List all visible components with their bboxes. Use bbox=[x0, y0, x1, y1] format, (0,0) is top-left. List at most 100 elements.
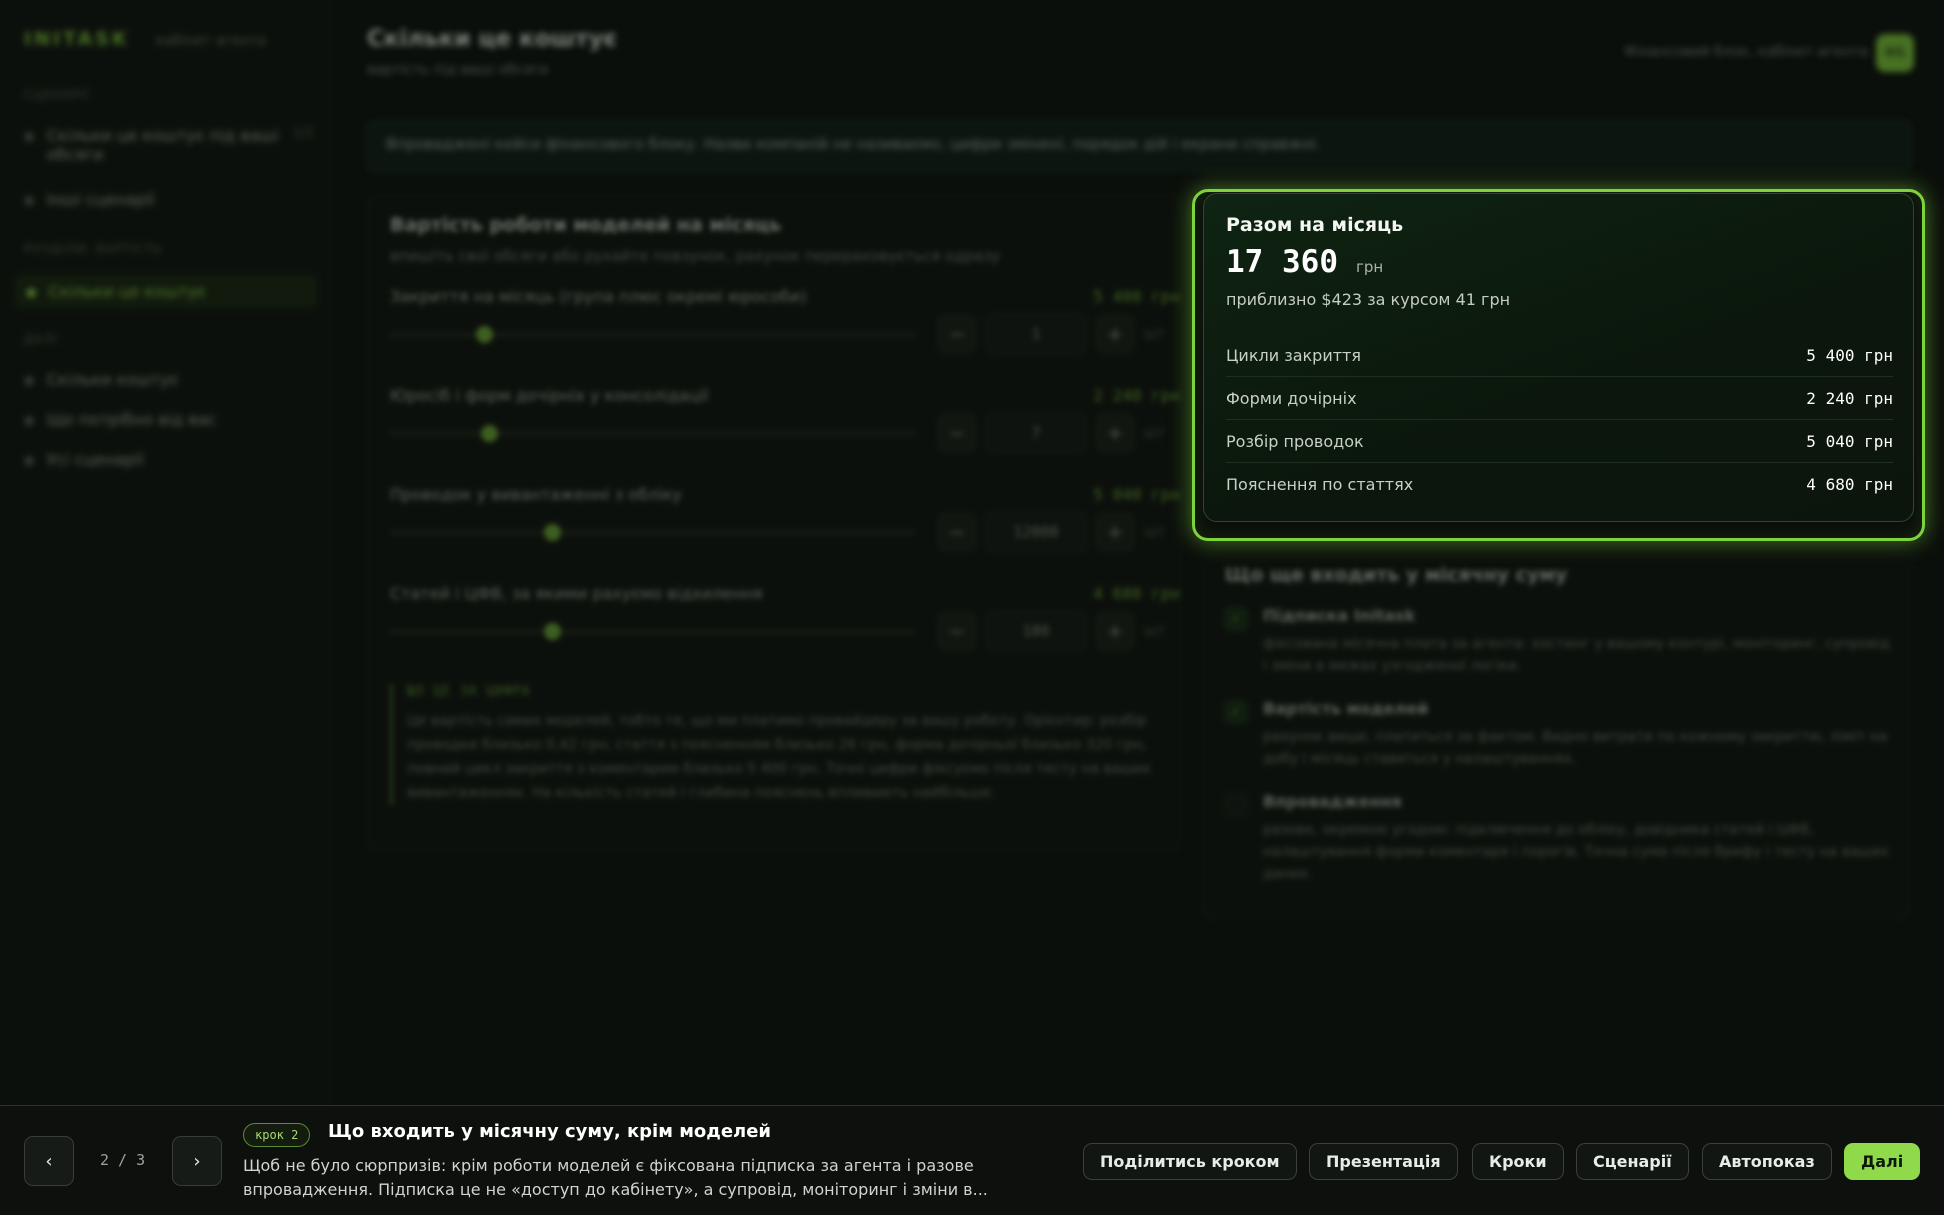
quantity-stepper: − 1 + шт bbox=[938, 314, 1165, 354]
tour-next-arrow-button[interactable]: › bbox=[172, 1136, 222, 1186]
page-subtitle: вартість під ваші обсяги bbox=[367, 62, 549, 78]
included-item-desc: рахунок вище, платиться за фактом. Видно… bbox=[1263, 729, 1888, 767]
avatar[interactable]: ФБ bbox=[1876, 34, 1914, 72]
chevron-right-icon: › bbox=[193, 1150, 201, 1172]
logo[interactable]: INITASK bbox=[24, 28, 130, 50]
sidebar-item-label: Що потрібно від вас bbox=[46, 410, 217, 429]
param-cost: 4 680 грн bbox=[1093, 584, 1180, 603]
sidebar-item-requirements[interactable]: ● Що потрібно від вас bbox=[24, 410, 314, 429]
quantity-stepper: − 12000 + шт bbox=[938, 512, 1165, 552]
unit-label: шт bbox=[1144, 623, 1165, 639]
unit-label: шт bbox=[1144, 425, 1165, 441]
bullet-icon: ● bbox=[24, 453, 35, 467]
breakdown-row: Цикли закриття 5 400 грн bbox=[1226, 334, 1893, 377]
decrement-button[interactable]: − bbox=[938, 513, 976, 551]
included-item: ✓ Вартість моделей рахунок вище, платить… bbox=[1225, 699, 1895, 770]
breakdown-value: 5 040 грн bbox=[1806, 431, 1893, 451]
breakdown-label: Форми дочірніх bbox=[1226, 388, 1357, 408]
calculator-subtitle: впишіть свої обсяги або рухайте повзунок… bbox=[390, 247, 1001, 265]
included-item-desc: фіксована місячна плата за агента: хости… bbox=[1263, 636, 1890, 674]
presentation-button[interactable]: Презентація bbox=[1309, 1143, 1458, 1180]
slider-knob[interactable] bbox=[481, 425, 498, 442]
included-item-desc: разово, окремою угодою: підключення до о… bbox=[1263, 822, 1889, 882]
breakdown-row: Розбір проводок 5 040 грн bbox=[1226, 420, 1893, 463]
checkmark-icon[interactable]: ✓ bbox=[1225, 608, 1247, 630]
param-closings: Закриття на місяць (група плюс окремі юр… bbox=[390, 287, 1180, 354]
slider-knob[interactable] bbox=[544, 524, 561, 541]
increment-button[interactable]: + bbox=[1096, 513, 1134, 551]
param-postings: Проводок у вивантаженні з обліку 5 040 г… bbox=[390, 485, 1180, 552]
included-card: Що ще входить у місячну суму ✓ Підписка … bbox=[1200, 545, 1912, 920]
slider-track[interactable] bbox=[390, 623, 915, 640]
chevron-left-icon: ‹ bbox=[45, 1150, 53, 1172]
checkmark-icon[interactable]: ✓ bbox=[1225, 701, 1247, 723]
quantity-input[interactable]: 1 bbox=[986, 314, 1086, 354]
slider-knob[interactable] bbox=[544, 623, 561, 640]
included-item: ✓ Підписка Initask фіксована місячна пла… bbox=[1225, 606, 1895, 677]
param-cost: 2 240 грн bbox=[1093, 386, 1180, 405]
scenarios-button[interactable]: Сценарії bbox=[1576, 1143, 1689, 1180]
checkbox-empty-icon[interactable]: ✓ bbox=[1225, 794, 1247, 816]
next-button[interactable]: Далі bbox=[1844, 1143, 1921, 1180]
quantity-input[interactable]: 7 bbox=[986, 413, 1086, 453]
bullet-icon: ● bbox=[26, 285, 37, 299]
decrement-button[interactable]: − bbox=[938, 414, 976, 452]
monthly-total-title: Разом на місяць bbox=[1226, 214, 1404, 236]
slider-track[interactable] bbox=[390, 326, 915, 343]
note-heading: ЩО ЦЕ ЗА ЦИФРА bbox=[407, 684, 531, 699]
steps-button[interactable]: Кроки bbox=[1472, 1143, 1564, 1180]
tour-bar: ‹ 2 / 3 › крок 2 Що входить у місячну су… bbox=[0, 1105, 1944, 1215]
sidebar-item-label: Скільки це коштує bbox=[48, 282, 207, 301]
increment-button[interactable]: + bbox=[1096, 315, 1134, 353]
calculator-card: Вартість роботи моделей на місяць впишіт… bbox=[367, 193, 1182, 853]
note-body: Це вартість самих моделей, тобто те, що … bbox=[407, 713, 1151, 801]
app-background: INITASK кабінет агента СЦЕНАРІЇ ● Скільк… bbox=[0, 0, 1944, 1215]
bullet-icon: ● bbox=[24, 193, 35, 207]
decrement-button[interactable]: − bbox=[938, 315, 976, 353]
sidebar-item-scenario-cost[interactable]: ● Скільки це коштує під ваші обсяги 1/1 bbox=[24, 126, 314, 164]
share-step-button[interactable]: Поділитись кроком bbox=[1083, 1143, 1297, 1180]
param-cost: 5 400 грн bbox=[1093, 287, 1180, 306]
bullet-icon: ● bbox=[24, 373, 35, 387]
sidebar-item-all-scenarios[interactable]: ● Усі сценарії bbox=[24, 450, 314, 469]
tour-prev-button[interactable]: ‹ bbox=[24, 1136, 74, 1186]
param-cost: 5 040 грн bbox=[1093, 485, 1180, 504]
info-banner: Впроваджені кейси фінансового блоку. Наз… bbox=[367, 120, 1912, 172]
slider-track[interactable] bbox=[390, 524, 915, 541]
sidebar-item-label: Скільки коштує bbox=[46, 370, 179, 389]
slider-knob[interactable] bbox=[476, 326, 493, 343]
autoplay-button[interactable]: Автопоказ bbox=[1702, 1143, 1832, 1180]
sidebar-group-label: СЦЕНАРІЇ bbox=[24, 88, 89, 102]
monthly-total-currency: грн bbox=[1355, 258, 1384, 276]
page-title: Скільки це коштує bbox=[367, 26, 617, 52]
increment-button[interactable]: + bbox=[1096, 612, 1134, 650]
decrement-button[interactable]: − bbox=[938, 612, 976, 650]
breakdown-row: Пояснення по статтях 4 680 грн bbox=[1226, 463, 1893, 506]
calculator-title: Вартість роботи моделей на місяць bbox=[390, 214, 781, 236]
tour-step-title: Що входить у місячну суму, крім моделей bbox=[328, 1121, 772, 1142]
increment-button[interactable]: + bbox=[1096, 414, 1134, 452]
logo-subtitle: кабінет агента bbox=[155, 33, 267, 49]
sidebar-item-count: 1/1 bbox=[293, 126, 314, 141]
sidebar-item-label: Інші сценарії bbox=[46, 190, 155, 209]
context-label: Фінансовий блок, кабінет агента bbox=[1624, 44, 1868, 60]
included-item: ✓ Впровадження разово, окремою угодою: п… bbox=[1225, 792, 1895, 885]
tour-step-text: Щоб не було сюрпризів: крім роботи модел… bbox=[243, 1156, 988, 1199]
bullet-icon: ● bbox=[24, 413, 35, 427]
sidebar-group-label: ДАЛІ bbox=[24, 332, 59, 346]
sidebar-item-cost-active[interactable]: ● Скільки це коштує bbox=[14, 274, 318, 309]
breakdown-value: 2 240 грн bbox=[1806, 388, 1893, 408]
slider-track[interactable] bbox=[390, 425, 915, 442]
included-item-name: Підписка Initask bbox=[1263, 606, 1416, 625]
tour-page-indicator: 2 / 3 bbox=[100, 1151, 146, 1169]
breakdown-row: Форми дочірніх 2 240 грн bbox=[1226, 377, 1893, 420]
step-badge: крок 2 bbox=[243, 1123, 311, 1147]
sidebar: INITASK кабінет агента СЦЕНАРІЇ ● Скільк… bbox=[0, 0, 330, 1105]
breakdown-value: 5 400 грн bbox=[1806, 345, 1893, 365]
quantity-input[interactable]: 12000 bbox=[986, 512, 1086, 552]
monthly-total-amount: 17 360 bbox=[1226, 244, 1338, 280]
quantity-input[interactable]: 180 bbox=[986, 611, 1086, 651]
logo-row: INITASK кабінет агента bbox=[24, 28, 266, 50]
sidebar-item-how-much[interactable]: ● Скільки коштує bbox=[24, 370, 314, 389]
sidebar-item-other-scenarios[interactable]: ● Інші сценарії bbox=[24, 190, 314, 209]
